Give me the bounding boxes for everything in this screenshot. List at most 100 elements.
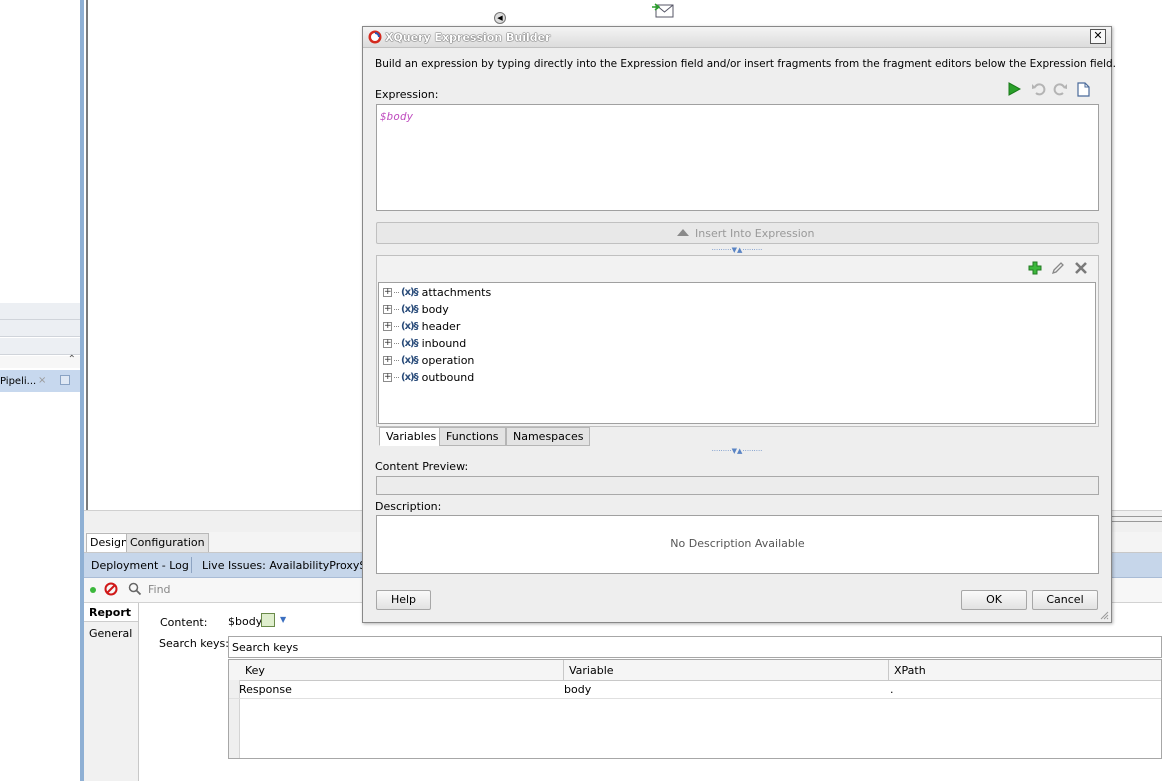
search-keys-label: Search keys:	[159, 637, 229, 650]
expand-icon[interactable]: +	[383, 356, 392, 365]
variable-icon: (x)§	[401, 355, 419, 366]
tree-item-operation[interactable]: + (x)§ operation	[383, 352, 474, 369]
left-panel: ⌃ Pipeli... ×	[0, 0, 80, 781]
insert-into-expression-button[interactable]: Insert Into Expression	[376, 222, 1099, 244]
tree-item-header[interactable]: + (x)§ header	[383, 318, 460, 335]
tab-configuration[interactable]: Configuration	[126, 533, 209, 552]
ok-button[interactable]: OK	[961, 590, 1027, 610]
splitter-handle[interactable]	[1108, 516, 1162, 522]
tree-item-label: outbound	[421, 371, 475, 384]
help-button[interactable]: Help	[376, 590, 431, 610]
add-icon[interactable]	[1028, 261, 1042, 275]
fragment-editor-panel: + (x)§ attachments + (x)§ body + (x)§ header +…	[376, 255, 1099, 427]
expression-label: Expression:	[375, 88, 439, 101]
table-row[interactable]: Response body .	[229, 680, 1161, 699]
expand-icon[interactable]: +	[383, 339, 392, 348]
clear-icon[interactable]	[104, 582, 118, 596]
content-preview-field	[376, 476, 1099, 495]
cell-key: Response	[239, 683, 292, 696]
tree-item-label: header	[421, 320, 461, 333]
tree-item-attachments[interactable]: + (x)§ attachments	[383, 284, 491, 301]
column-header-key[interactable]: Key	[245, 664, 265, 677]
left-panel-row	[0, 303, 80, 320]
expand-icon[interactable]: +	[383, 373, 392, 382]
close-icon[interactable]: ×	[38, 375, 46, 386]
search-keys-field[interactable]: Search keys	[228, 636, 1162, 658]
status-dot-icon	[90, 587, 96, 593]
variable-icon: (x)§	[401, 287, 419, 298]
edit-icon[interactable]	[1051, 261, 1065, 275]
search-keys-table: Key Variable XPath Response body .	[228, 659, 1162, 759]
content-label: Content:	[160, 616, 208, 629]
left-panel-scroll-row: ⌃	[0, 354, 80, 368]
tab-report-label: Report	[89, 606, 132, 619]
tab-namespaces[interactable]: Namespaces	[506, 427, 591, 446]
instruction-text: Build an expression by typing directly i…	[375, 58, 1116, 70]
tab-live-issues[interactable]: Live Issues: AvailabilityProxyServ	[202, 559, 384, 572]
editor-border	[86, 0, 88, 510]
description-area: No Description Available	[376, 515, 1099, 574]
tree-item-outbound[interactable]: + (x)§ outbound	[383, 369, 474, 386]
expression-editor-icon[interactable]	[261, 613, 275, 627]
cell-xpath: .	[890, 683, 894, 696]
dialog-title: XQuery Expression Builder	[385, 31, 551, 44]
route-node-icon[interactable]: ◀	[494, 12, 506, 24]
column-header-xpath[interactable]: XPath	[894, 664, 926, 677]
column-divider[interactable]	[888, 660, 889, 680]
expand-icon[interactable]: +	[383, 322, 392, 331]
xquery-expression-builder-dialog: XQuery Expression Builder ✕ Build an exp…	[362, 26, 1116, 623]
tab-variables[interactable]: Variables	[379, 427, 444, 446]
collapse-icon[interactable]: ⌃	[68, 354, 76, 365]
tab-pipeline[interactable]: Pipeli... ×	[0, 370, 80, 392]
tab-functions[interactable]: Functions	[439, 427, 506, 446]
variable-icon: (x)§	[401, 338, 419, 349]
splitter-handle[interactable]: ·········▼▲·········	[697, 448, 777, 455]
tree-item-body[interactable]: + (x)§ body	[383, 301, 449, 318]
cell-variable: body	[564, 683, 592, 696]
minimize-icon[interactable]	[60, 375, 70, 385]
dialog-title-bar[interactable]: XQuery Expression Builder ✕	[363, 27, 1111, 48]
tree-item-label: operation	[421, 354, 475, 367]
fragment-tab-bar: Variables Functions Namespaces	[376, 427, 1099, 446]
resize-grip-icon[interactable]	[1099, 610, 1109, 620]
tree-item-label: inbound	[421, 337, 467, 350]
tab-report[interactable]: Report	[84, 603, 138, 622]
report-side-tabs: Report General	[84, 603, 139, 781]
find-input[interactable]: Find	[148, 583, 171, 596]
redo-icon[interactable]	[1053, 82, 1068, 96]
insert-into-expression-label: Insert Into Expression	[695, 227, 815, 240]
expression-value: $body	[380, 110, 414, 123]
app-logo-icon	[368, 30, 382, 44]
column-header-variable[interactable]: Variable	[569, 664, 614, 677]
run-icon[interactable]	[1007, 82, 1022, 96]
table-header: Key Variable XPath	[229, 660, 1161, 681]
expand-icon[interactable]: +	[383, 288, 392, 297]
tree-item-inbound[interactable]: + (x)§ inbound	[383, 335, 466, 352]
splitter-handle[interactable]: ·········▼▲·········	[697, 247, 777, 254]
tree-item-label: body	[421, 303, 449, 316]
expression-field[interactable]: $body	[376, 104, 1099, 211]
variables-tree[interactable]: + (x)§ attachments + (x)§ body + (x)§ header +…	[378, 282, 1096, 424]
variable-icon: (x)§	[401, 321, 419, 332]
close-icon[interactable]: ✕	[1090, 29, 1106, 44]
column-divider[interactable]	[563, 660, 564, 680]
tree-item-label: attachments	[421, 286, 492, 299]
expand-icon[interactable]: +	[383, 305, 392, 314]
content-value: $body	[228, 615, 263, 628]
tab-general[interactable]: General	[89, 627, 132, 640]
left-panel-row	[0, 320, 80, 337]
new-document-icon[interactable]	[1077, 82, 1090, 97]
undo-icon[interactable]	[1031, 82, 1046, 96]
chevron-down-icon[interactable]: ▼	[280, 615, 286, 624]
tab-deployment-log[interactable]: Deployment - Log	[91, 559, 189, 572]
description-text: No Description Available	[670, 537, 805, 550]
delete-icon[interactable]	[1074, 261, 1088, 275]
cancel-button[interactable]: Cancel	[1032, 590, 1098, 610]
left-panel-row	[0, 338, 80, 355]
variable-icon: (x)§	[401, 304, 419, 315]
tab-pipeline-label: Pipeli...	[0, 376, 37, 387]
description-label: Description:	[375, 500, 442, 513]
content-preview-label: Content Preview:	[375, 460, 469, 473]
publish-action-icon[interactable]	[651, 1, 675, 19]
tab-separator	[191, 557, 192, 573]
